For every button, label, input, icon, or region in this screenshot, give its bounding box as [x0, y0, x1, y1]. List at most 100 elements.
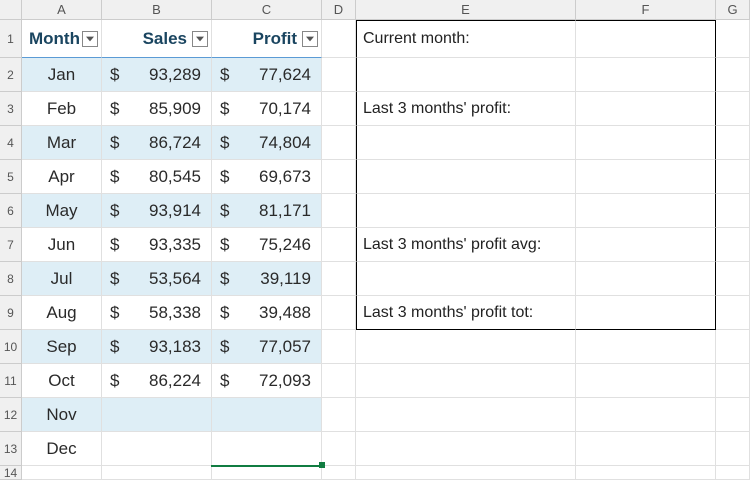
col-header-C[interactable]: C [212, 0, 322, 20]
cell-month[interactable]: Oct [22, 364, 102, 398]
cell-D7[interactable] [322, 228, 356, 262]
row-header-4[interactable]: 4 [0, 126, 22, 160]
cell-month[interactable]: Dec [22, 432, 102, 466]
row-header-11[interactable]: 11 [0, 364, 22, 398]
cell-G2[interactable] [716, 58, 750, 92]
cell-D12[interactable] [322, 398, 356, 432]
row-header-12[interactable]: 12 [0, 398, 22, 432]
cell-profit[interactable]: $39,488 [212, 296, 322, 330]
row-header-13[interactable]: 13 [0, 432, 22, 466]
cell-sales[interactable] [102, 432, 212, 466]
filter-icon[interactable] [302, 31, 318, 47]
cell-month[interactable]: Apr [22, 160, 102, 194]
cell-sales[interactable]: $85,909 [102, 92, 212, 126]
cell-D13[interactable] [322, 432, 356, 466]
cell-month[interactable]: Aug [22, 296, 102, 330]
cell-G14[interactable] [716, 466, 750, 480]
cell-sales[interactable]: $53,564 [102, 262, 212, 296]
col-header-F[interactable]: F [576, 0, 716, 20]
cell-month[interactable]: Mar [22, 126, 102, 160]
cell-month[interactable]: Feb [22, 92, 102, 126]
cell-D2[interactable] [322, 58, 356, 92]
cell-sales[interactable]: $93,183 [102, 330, 212, 364]
cell-month[interactable]: Jan [22, 58, 102, 92]
label-r7[interactable]: Last 3 months' profit avg: [356, 228, 576, 262]
header-profit[interactable]: Profit [212, 20, 322, 58]
row-header-10[interactable]: 10 [0, 330, 22, 364]
row-header-2[interactable]: 2 [0, 58, 22, 92]
label-r9[interactable]: Last 3 months' profit tot: [356, 296, 576, 330]
cell-E13[interactable] [356, 432, 576, 466]
cell-F12[interactable] [576, 398, 716, 432]
cell-G13[interactable] [716, 432, 750, 466]
col-header-E[interactable]: E [356, 0, 576, 20]
cell-G12[interactable] [716, 398, 750, 432]
cell-F13[interactable] [576, 432, 716, 466]
row-header-1[interactable]: 1 [0, 20, 22, 58]
cell-E5[interactable] [356, 160, 576, 194]
cell-sales[interactable]: $86,724 [102, 126, 212, 160]
cell-G3[interactable] [716, 92, 750, 126]
cell-sales[interactable]: $86,224 [102, 364, 212, 398]
cell-E8[interactable] [356, 262, 576, 296]
cell-sales[interactable]: $93,335 [102, 228, 212, 262]
cell-profit[interactable]: $39,119 [212, 262, 322, 296]
row-header-6[interactable]: 6 [0, 194, 22, 228]
cell-F3[interactable] [576, 92, 716, 126]
cell-D3[interactable] [322, 92, 356, 126]
cell-G5[interactable] [716, 160, 750, 194]
row-header-8[interactable]: 8 [0, 262, 22, 296]
cell-E2[interactable] [356, 58, 576, 92]
cell-G8[interactable] [716, 262, 750, 296]
cell-F4[interactable] [576, 126, 716, 160]
cell-D10[interactable] [322, 330, 356, 364]
cell-D6[interactable] [322, 194, 356, 228]
cell-month[interactable]: May [22, 194, 102, 228]
cell-sales[interactable]: $93,914 [102, 194, 212, 228]
cell-F6[interactable] [576, 194, 716, 228]
cell-F11[interactable] [576, 364, 716, 398]
cell-profit[interactable]: $81,171 [212, 194, 322, 228]
row-header-7[interactable]: 7 [0, 228, 22, 262]
cell-D14[interactable] [322, 466, 356, 480]
cell-F5[interactable] [576, 160, 716, 194]
cell-month[interactable]: Jul [22, 262, 102, 296]
cell-sales[interactable]: $58,338 [102, 296, 212, 330]
cell-D11[interactable] [322, 364, 356, 398]
cell-profit[interactable]: $77,057 [212, 330, 322, 364]
cell-sales[interactable]: $80,545 [102, 160, 212, 194]
cell-F2[interactable] [576, 58, 716, 92]
cell-G1[interactable] [716, 20, 750, 58]
cell-F9[interactable] [576, 296, 716, 330]
cell-E14[interactable] [356, 466, 576, 480]
cell-G10[interactable] [716, 330, 750, 364]
cell-month[interactable]: Jun [22, 228, 102, 262]
cell-D4[interactable] [322, 126, 356, 160]
cell-G4[interactable] [716, 126, 750, 160]
header-month[interactable]: Month [22, 20, 102, 58]
cell-D9[interactable] [322, 296, 356, 330]
col-header-A[interactable]: A [22, 0, 102, 20]
label-r3[interactable]: Last 3 months' profit: [356, 92, 576, 126]
cell-G7[interactable] [716, 228, 750, 262]
select-all-corner[interactable] [0, 0, 22, 20]
cell-E11[interactable] [356, 364, 576, 398]
cell-G9[interactable] [716, 296, 750, 330]
cell-B14[interactable] [102, 466, 212, 480]
cell-F14[interactable] [576, 466, 716, 480]
cell-profit[interactable] [212, 432, 322, 466]
col-header-D[interactable]: D [322, 0, 356, 20]
cell-E12[interactable] [356, 398, 576, 432]
col-header-G[interactable]: G [716, 0, 750, 20]
spreadsheet-grid[interactable]: A B C D E F G 1 Month Sales Profit Curre… [0, 0, 750, 500]
row-header-3[interactable]: 3 [0, 92, 22, 126]
cell-A14[interactable] [22, 466, 102, 480]
row-header-14[interactable]: 14 [0, 466, 22, 480]
cell-sales[interactable] [102, 398, 212, 432]
row-header-5[interactable]: 5 [0, 160, 22, 194]
cell-G6[interactable] [716, 194, 750, 228]
cell-profit[interactable]: $77,624 [212, 58, 322, 92]
cell-F1[interactable] [576, 20, 716, 58]
cell-D1[interactable] [322, 20, 356, 58]
cell-profit[interactable] [212, 398, 322, 432]
